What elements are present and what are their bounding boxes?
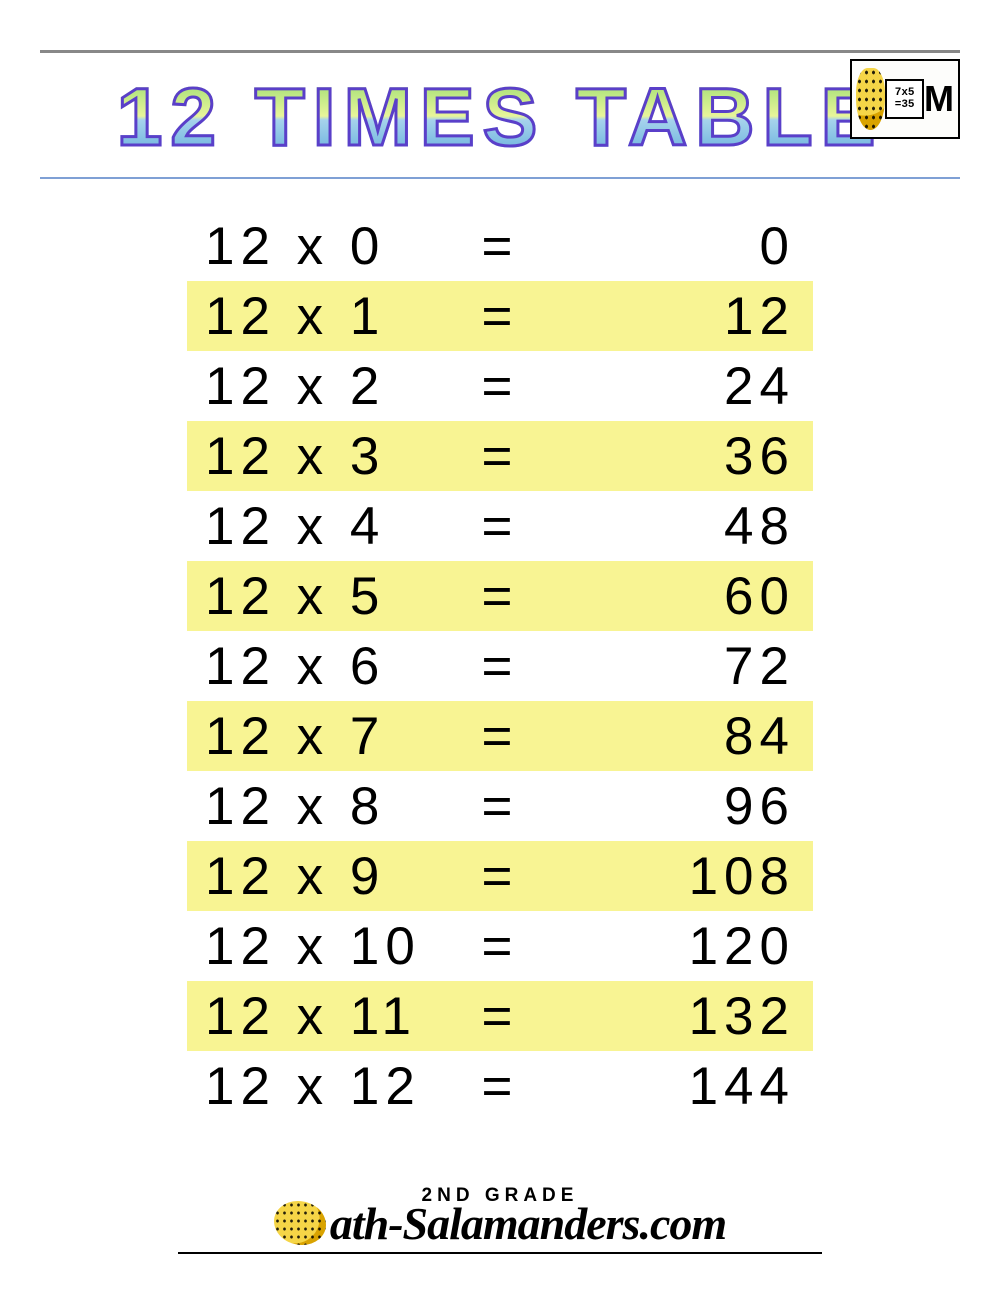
equals-sign: =	[465, 216, 535, 277]
result: 12	[645, 286, 795, 347]
table-row: 12 x 6= 72	[187, 631, 813, 701]
badge-letter: M	[924, 81, 954, 117]
result: 108	[645, 846, 795, 907]
table-row: 12 x 2= 24	[187, 351, 813, 421]
header: 12 Times Table 7x5 =35 M	[40, 61, 960, 173]
footer: 2nd Grade ath-Salamanders.com	[40, 1185, 960, 1265]
equals-sign: =	[465, 706, 535, 767]
badge-expr-top: 7x5	[895, 87, 915, 99]
equals-sign: =	[465, 986, 535, 1047]
expression: 12 x 9	[205, 846, 465, 907]
page-title: 12 Times Table	[117, 71, 884, 165]
equals-sign: =	[465, 1056, 535, 1117]
footer-rule	[178, 1252, 822, 1255]
badge-expr-bottom: =35	[895, 99, 915, 111]
table-row: 12 x 4= 48	[187, 491, 813, 561]
expression: 12 x 6	[205, 636, 465, 697]
equals-sign: =	[465, 916, 535, 977]
equals-sign: =	[465, 426, 535, 487]
expression: 12 x 4	[205, 496, 465, 557]
expression: 12 x 10	[205, 916, 465, 977]
result: 72	[645, 636, 795, 697]
expression: 12 x 12	[205, 1056, 465, 1117]
expression: 12 x 5	[205, 566, 465, 627]
result: 0	[645, 216, 795, 277]
table-row: 12 x 1= 12	[187, 281, 813, 351]
table-row: 12 x 7= 84	[187, 701, 813, 771]
table-row: 12 x 10= 120	[187, 911, 813, 981]
equals-sign: =	[465, 636, 535, 697]
brand-badge: 7x5 =35 M	[850, 59, 960, 139]
expression: 12 x 0	[205, 216, 465, 277]
result: 96	[645, 776, 795, 837]
table-row: 12 x 0= 0	[187, 211, 813, 281]
equals-sign: =	[465, 496, 535, 557]
result: 144	[645, 1056, 795, 1117]
result: 60	[645, 566, 795, 627]
equals-sign: =	[465, 776, 535, 837]
times-table: 12 x 0=012 x 1=1212 x 2=2412 x 3=3612 x …	[187, 211, 813, 1121]
expression: 12 x 1	[205, 286, 465, 347]
table-row: 12 x 9= 108	[187, 841, 813, 911]
equals-sign: =	[465, 566, 535, 627]
equals-sign: =	[465, 356, 535, 417]
expression: 12 x 8	[205, 776, 465, 837]
equals-sign: =	[465, 286, 535, 347]
footer-url: ath-Salamanders.com	[330, 1197, 726, 1250]
result: 120	[645, 916, 795, 977]
table-row: 12 x 11= 132	[187, 981, 813, 1051]
footer-brand: ath-Salamanders.com	[40, 1197, 960, 1250]
result: 84	[645, 706, 795, 767]
result: 36	[645, 426, 795, 487]
expression: 12 x 3	[205, 426, 465, 487]
whiteboard-icon: 7x5 =35	[885, 79, 924, 119]
salamander-footer-icon	[274, 1201, 326, 1245]
result: 48	[645, 496, 795, 557]
table-row: 12 x 8= 96	[187, 771, 813, 841]
worksheet-page: 12 Times Table 7x5 =35 M 12 x 0=012 x 1=…	[0, 0, 1000, 1294]
times-table-container: 12 x 0=012 x 1=1212 x 2=2412 x 3=3612 x …	[40, 211, 960, 1185]
expression: 12 x 2	[205, 356, 465, 417]
top-rule	[40, 50, 960, 53]
expression: 12 x 11	[205, 986, 465, 1047]
table-row: 12 x 5= 60	[187, 561, 813, 631]
salamander-icon	[856, 68, 885, 130]
expression: 12 x 7	[205, 706, 465, 767]
table-row: 12 x 12= 144	[187, 1051, 813, 1121]
result: 132	[645, 986, 795, 1047]
table-row: 12 x 3= 36	[187, 421, 813, 491]
equals-sign: =	[465, 846, 535, 907]
result: 24	[645, 356, 795, 417]
header-divider	[40, 177, 960, 179]
